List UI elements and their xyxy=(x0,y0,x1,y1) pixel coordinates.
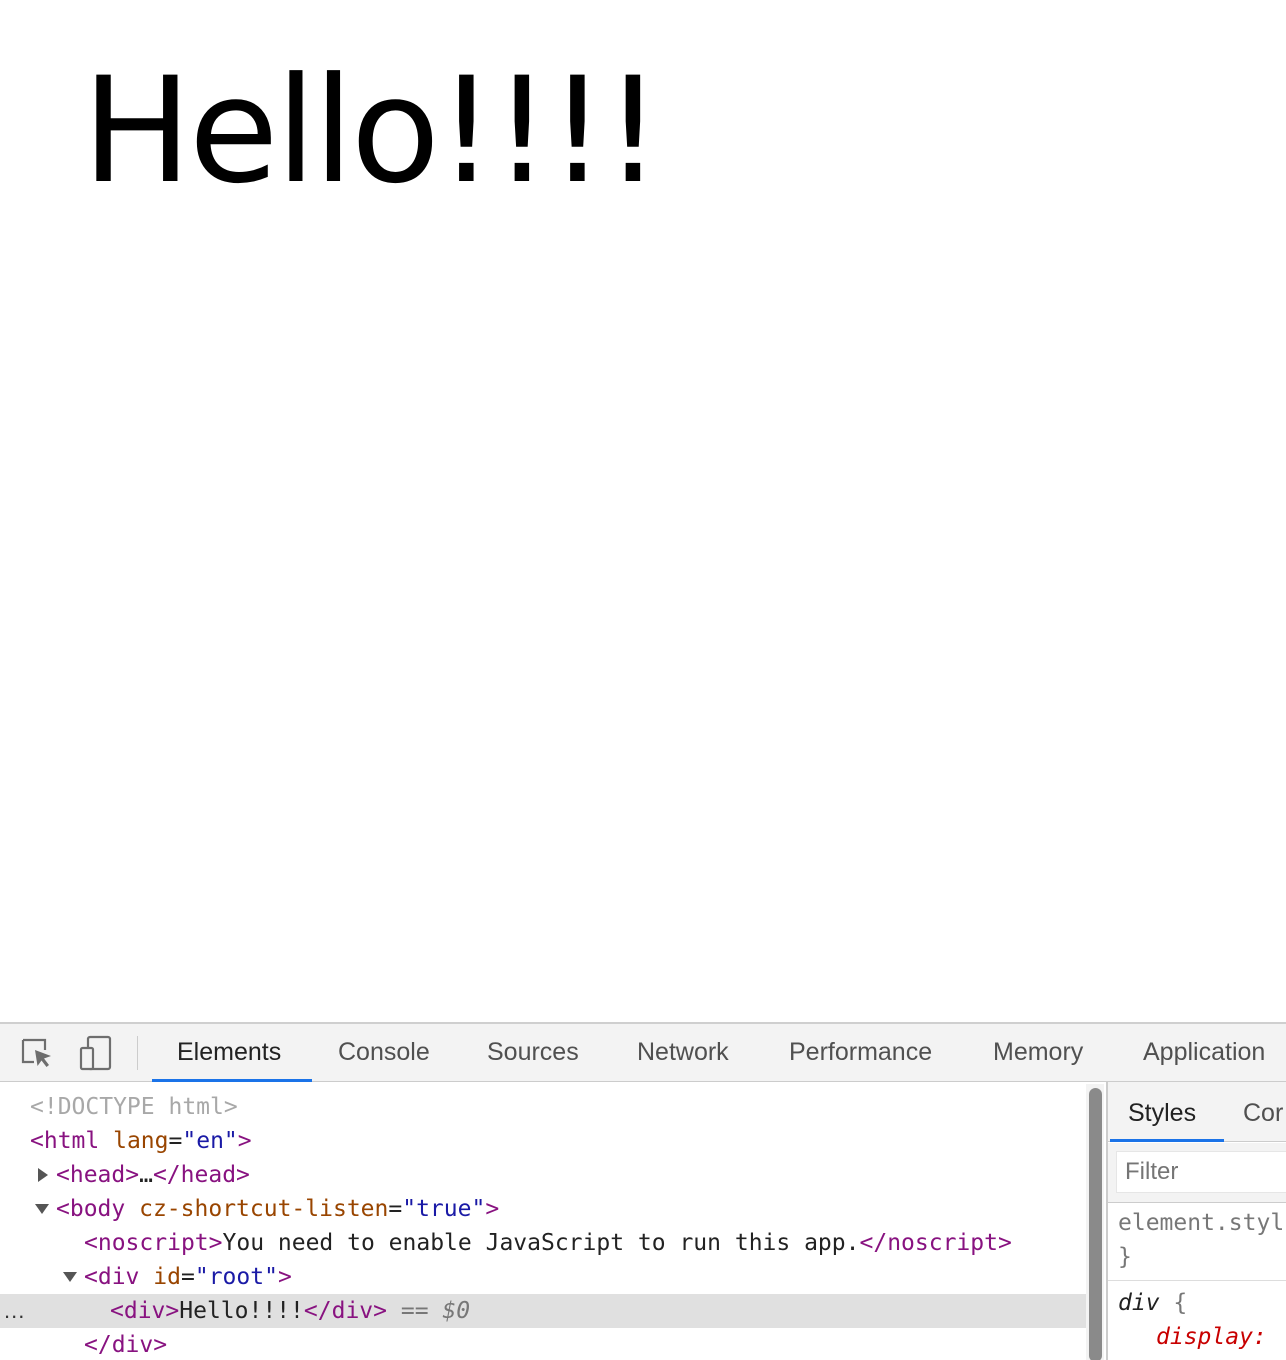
tab-elements[interactable]: Elements xyxy=(177,1024,281,1082)
rule-divider xyxy=(1108,1280,1286,1281)
selected-div-open-tag: div xyxy=(123,1298,166,1324)
styles-pane-tabs: Styles Cor xyxy=(1108,1082,1286,1142)
noscript-text: You need to enable JavaScript to run thi… xyxy=(222,1230,860,1256)
root-div-attr-name: id xyxy=(153,1264,181,1290)
tree-row-noscript[interactable]: <noscript>You need to enable JavaScript … xyxy=(0,1226,1088,1260)
tab-memory[interactable]: Memory xyxy=(993,1024,1083,1082)
tab-application[interactable]: Application xyxy=(1143,1024,1265,1082)
devtools-toolbar: Elements Console Sources Network Perform… xyxy=(0,1024,1286,1082)
tree-row-body[interactable]: <body cz-shortcut-listen="true"> xyxy=(0,1192,1088,1226)
hello-text: Hello!!!! xyxy=(82,46,662,216)
toolbar-separator xyxy=(137,1036,138,1070)
html-tag: html xyxy=(43,1128,100,1154)
tree-row-selected-div[interactable]: ... <div>Hello!!!!</div> == $0 xyxy=(0,1294,1088,1328)
page-viewport: Hello!!!! xyxy=(0,0,1286,1022)
div-rule-header[interactable]: div { xyxy=(1118,1286,1187,1320)
tab-network[interactable]: Network xyxy=(637,1024,729,1082)
tree-row-close-div[interactable]: </div> xyxy=(0,1328,1088,1360)
devtools-panel: Elements Console Sources Network Perform… xyxy=(0,1022,1286,1360)
body-attr-name: cz-shortcut-listen xyxy=(139,1196,389,1222)
root-div-close-tag: </div> xyxy=(84,1332,168,1358)
tab-sources[interactable]: Sources xyxy=(487,1024,579,1082)
tree-row-root-div[interactable]: <div id="root"> xyxy=(0,1260,1088,1294)
div-rule-selector: div xyxy=(1118,1290,1160,1316)
styles-active-tab-indicator xyxy=(1110,1139,1224,1142)
root-div-tag: div xyxy=(97,1264,140,1290)
selected-div-close-tag: /div xyxy=(317,1298,374,1324)
display-property[interactable]: display: xyxy=(1156,1320,1267,1354)
tree-row-head[interactable]: <head>…</head> xyxy=(0,1158,1088,1192)
html-attr-name: lang xyxy=(113,1128,169,1154)
styles-filter-bar xyxy=(1108,1143,1286,1203)
element-style-close-brace: } xyxy=(1118,1244,1132,1270)
device-toolbar-icon[interactable] xyxy=(77,1034,115,1072)
tree-row-doctype[interactable]: <!DOCTYPE html> xyxy=(0,1090,1088,1124)
body-tag: body xyxy=(69,1196,126,1222)
inspect-element-icon[interactable] xyxy=(18,1034,56,1072)
display-property-name: display: xyxy=(1156,1324,1267,1350)
elements-tree: <!DOCTYPE html> <html lang="en"> <head>…… xyxy=(0,1084,1088,1360)
selected-div-text: Hello!!!! xyxy=(179,1298,304,1324)
collapse-arrow-icon[interactable] xyxy=(35,1204,49,1214)
noscript-close-tag: /noscript xyxy=(873,1230,998,1256)
styles-pane: Styles Cor element.styl } div { display: xyxy=(1106,1082,1286,1360)
tab-performance[interactable]: Performance xyxy=(789,1024,932,1082)
active-tab-indicator xyxy=(152,1079,312,1082)
root-div-attr-value: root xyxy=(208,1264,265,1290)
elements-scrollbar-thumb[interactable] xyxy=(1089,1088,1102,1360)
expand-arrow-icon[interactable] xyxy=(38,1168,48,1182)
tab-styles[interactable]: Styles xyxy=(1128,1082,1196,1142)
styles-filter-input[interactable] xyxy=(1116,1151,1286,1193)
div-rule-open-brace: { xyxy=(1173,1290,1188,1316)
tree-row-html[interactable]: <html lang="en"> xyxy=(0,1124,1088,1158)
html-attr-value: en xyxy=(196,1128,224,1154)
head-close-tag: </head> xyxy=(152,1162,250,1188)
selected-node-marker: == $0 xyxy=(400,1298,471,1324)
doctype-node: <!DOCTYPE html> xyxy=(30,1094,238,1120)
collapse-arrow-icon[interactable] xyxy=(63,1272,77,1282)
tab-console[interactable]: Console xyxy=(338,1024,430,1082)
head-ellipsis[interactable]: … xyxy=(139,1162,153,1188)
more-options-icon[interactable]: ... xyxy=(4,1294,25,1328)
head-open-tag: <head> xyxy=(56,1162,140,1188)
element-style-selector[interactable]: element.styl xyxy=(1118,1206,1284,1240)
noscript-open-tag: noscript xyxy=(97,1230,209,1256)
tab-computed[interactable]: Cor xyxy=(1243,1082,1283,1142)
body-attr-value: true xyxy=(416,1196,472,1222)
